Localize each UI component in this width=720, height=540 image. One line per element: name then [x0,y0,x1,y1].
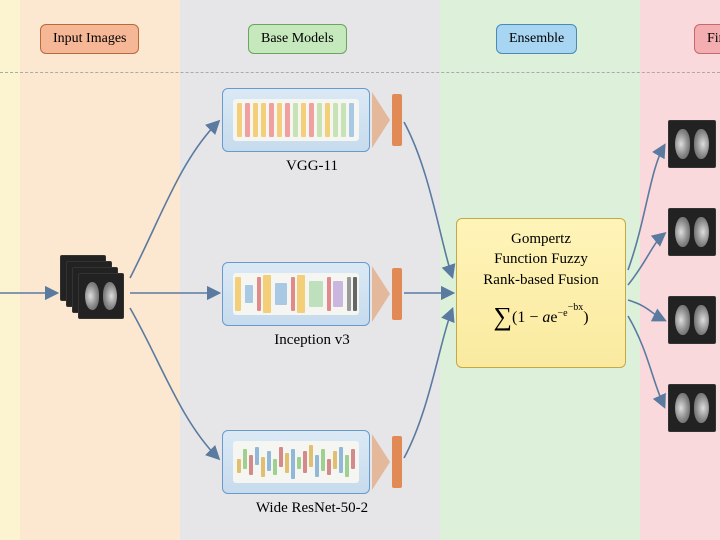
model-label-vgg11: VGG-11 [222,158,402,175]
arch-inceptionv3 [233,273,359,315]
sigma-icon: ∑ [493,302,512,331]
model-label-inceptionv3: Inception v3 [222,332,402,349]
fc-layers-icon [372,92,390,148]
stage-label-final: Final P [694,24,720,54]
model-wideresnet [222,430,370,494]
model-label-wideresnet: Wide ResNet-50-2 [222,500,402,517]
output-ct-3 [668,296,716,344]
model-inceptionv3 [222,262,370,326]
stage-pre [0,0,20,540]
arch-wideresnet [233,441,359,483]
output-ct-1 [668,120,716,168]
fusion-formula: ∑(1 − ae−e−bx) [457,296,625,331]
model-vgg11 [222,88,370,152]
fusion-line-1: Gompertz [457,229,625,249]
fusion-line-2: Function Fuzzy [457,249,625,269]
stage-label-base: Base Models [248,24,347,54]
classifier-bar-icon [392,268,402,320]
divider-line [0,72,720,73]
stage-label-ensemble: Ensemble [496,24,577,54]
ct-scan-stack [60,255,122,319]
fusion-line-3: Rank-based Fusion [457,270,625,290]
stage-label-input: Input Images [40,24,139,54]
fc-layers-icon [372,266,390,322]
stage-final [640,0,720,540]
output-ct-2 [668,208,716,256]
fusion-block: Gompertz Function Fuzzy Rank-based Fusio… [456,218,626,368]
output-ct-4 [668,384,716,432]
fc-layers-icon [372,434,390,490]
arch-vgg11 [233,99,359,141]
classifier-bar-icon [392,436,402,488]
classifier-bar-icon [392,94,402,146]
